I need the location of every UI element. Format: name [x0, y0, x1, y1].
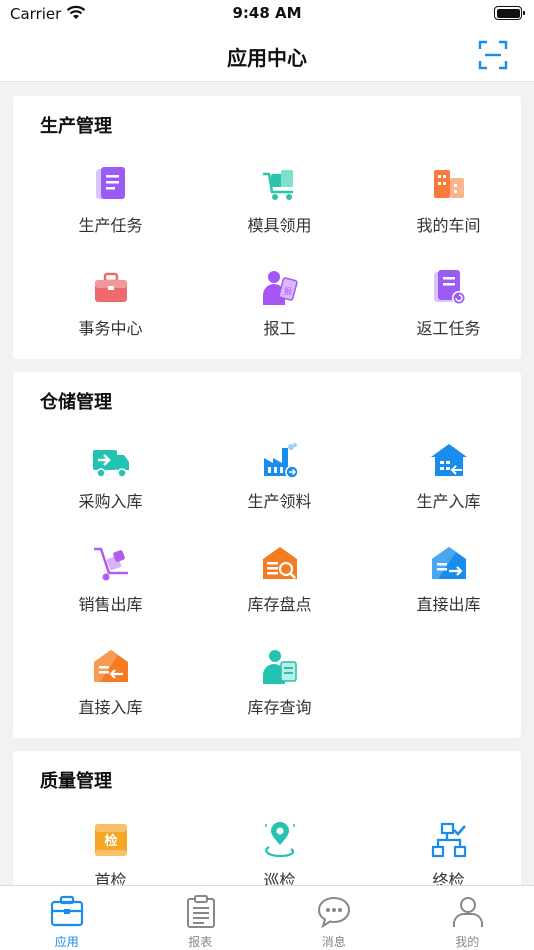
app-inventory-check[interactable]: 库存盘点 [195, 545, 364, 645]
task-document-icon [96, 167, 125, 199]
svg-text:报: 报 [284, 286, 292, 296]
app-label: 模具领用 [247, 216, 312, 235]
clock: 9:48 AM [232, 4, 302, 22]
mold-cart-icon [263, 170, 293, 200]
briefcase-icon [95, 272, 127, 302]
section-title: 仓储管理 [40, 392, 112, 413]
app-label: 事务中心 [78, 319, 143, 338]
section-title: 生产管理 [40, 116, 112, 137]
section-title: 质量管理 [40, 771, 112, 792]
warehouse-in-icon [431, 444, 467, 476]
chat-bubble-tab-icon [317, 896, 351, 928]
workshop-buildings-icon [434, 170, 464, 198]
app-purchase-in[interactable]: 采购入库 [26, 442, 195, 542]
tab-apps[interactable]: 应用 [0, 886, 134, 950]
scan-icon[interactable] [478, 40, 508, 70]
briefcase-tab-icon [50, 895, 84, 927]
app-report-work[interactable]: 报 报工 [195, 269, 364, 369]
battery-icon [494, 6, 525, 20]
app-mold-use[interactable]: 模具领用 [195, 166, 364, 266]
app-production-picking[interactable]: 生产领料 [195, 442, 364, 542]
app-label: 采购入库 [78, 492, 143, 511]
app-affairs-center[interactable]: 事务中心 [26, 269, 195, 369]
app-label: 生产任务 [78, 216, 143, 235]
tab-label: 消息 [321, 935, 346, 949]
tab-label: 应用 [54, 935, 79, 949]
tab-mine[interactable]: 我的 [401, 886, 534, 950]
rework-document-icon [434, 270, 466, 305]
app-sales-out[interactable]: 销售出库 [26, 545, 195, 645]
factory-icon [264, 443, 299, 479]
warehouse-out-icon [432, 547, 466, 579]
page-title: 应用中心 [227, 46, 307, 70]
app-label: 销售出库 [78, 595, 143, 614]
inventory-check-icon [263, 547, 297, 579]
inventory-query-person-icon [263, 650, 297, 684]
hand-truck-icon [94, 547, 128, 581]
app-rework-task[interactable]: 返工任务 [364, 269, 533, 369]
app-label: 报工 [263, 319, 296, 338]
app-inventory-query[interactable]: 库存查询 [195, 648, 364, 748]
clipboard-tab-icon [186, 895, 215, 928]
user-tab-icon [452, 897, 483, 927]
app-label: 直接出库 [416, 595, 481, 614]
app-label: 生产入库 [416, 492, 481, 511]
app-label: 库存查询 [247, 698, 312, 717]
tab-reports[interactable]: 报表 [134, 886, 268, 950]
warehouse-direct-in-icon [94, 650, 128, 682]
delivery-truck-icon [93, 450, 129, 478]
status-bar: Carrier 9:48 AM [0, 0, 534, 28]
patrol-location-icon [265, 822, 295, 858]
tab-label: 我的 [455, 935, 480, 949]
app-label: 生产领料 [247, 492, 312, 511]
inspection-badge-text: 检 [104, 834, 118, 849]
app-production-task[interactable]: 生产任务 [26, 166, 195, 266]
app-label: 我的车间 [416, 216, 481, 235]
section-production: 生产管理 生产任务 模具领用 我的车间 事务中心 报 报工 返工任务 [13, 96, 521, 359]
tab-bar: 应用 报表 消息 我的 [0, 885, 534, 950]
app-label: 返工任务 [416, 319, 481, 338]
section-warehouse: 仓储管理 采购入库 生产领料 生产入库 销售出库 库存盘点 直接出库 直接入库 … [13, 372, 521, 738]
app-direct-out[interactable]: 直接出库 [364, 545, 533, 645]
tab-messages[interactable]: 消息 [267, 886, 401, 950]
app-production-in[interactable]: 生产入库 [364, 442, 533, 542]
app-label: 直接入库 [78, 698, 143, 717]
final-inspection-flow-icon [431, 822, 467, 858]
app-my-workshop[interactable]: 我的车间 [364, 166, 533, 266]
tab-label: 报表 [188, 935, 213, 949]
app-direct-in[interactable]: 直接入库 [26, 648, 195, 748]
navigation-bar: 应用中心 [0, 28, 534, 82]
app-label: 库存盘点 [247, 595, 312, 614]
report-work-person-icon: 报 [263, 271, 298, 305]
